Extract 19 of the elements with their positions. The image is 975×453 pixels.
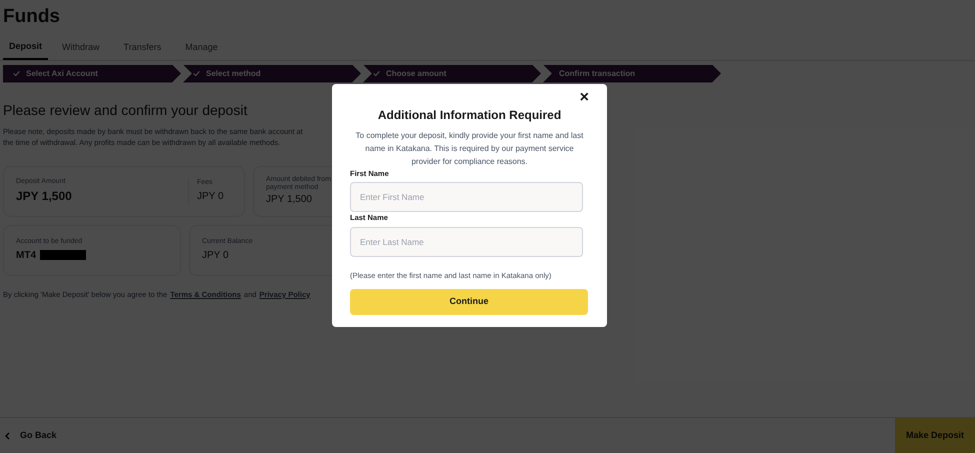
step-label: Select method [206, 68, 261, 80]
text-field[interactable]: Enter Last Name [350, 226, 583, 256]
field-value: JPY 1,500 [266, 192, 313, 206]
tab[interactable]: Manage [175, 40, 228, 60]
text-field[interactable]: Enter First Name [350, 182, 583, 212]
field-value: JPY 1,500 [16, 188, 73, 206]
page-title: Funds [2, 5, 61, 28]
step-label: Select Axi Account [26, 68, 98, 80]
field-value: JPY 0 [202, 248, 230, 263]
tab[interactable]: Withdraw [52, 40, 110, 60]
step-label: Choose amount [386, 68, 446, 80]
step-label: Confirm transaction [559, 68, 636, 80]
modal-text: To complete your deposit, kindly provide your first name and last name in Katakana. This is required by our payment service provider for compliance reasons. [354, 130, 584, 168]
field-value: MT4 [16, 248, 36, 263]
continue-button[interactable]: Continue [350, 288, 588, 315]
field-value: JPY 0 [197, 190, 224, 204]
section-heading: Please review and confirm your deposit [3, 100, 248, 120]
tab[interactable]: Transfers [114, 40, 172, 60]
modal-title: Additional Information Required [376, 107, 562, 124]
